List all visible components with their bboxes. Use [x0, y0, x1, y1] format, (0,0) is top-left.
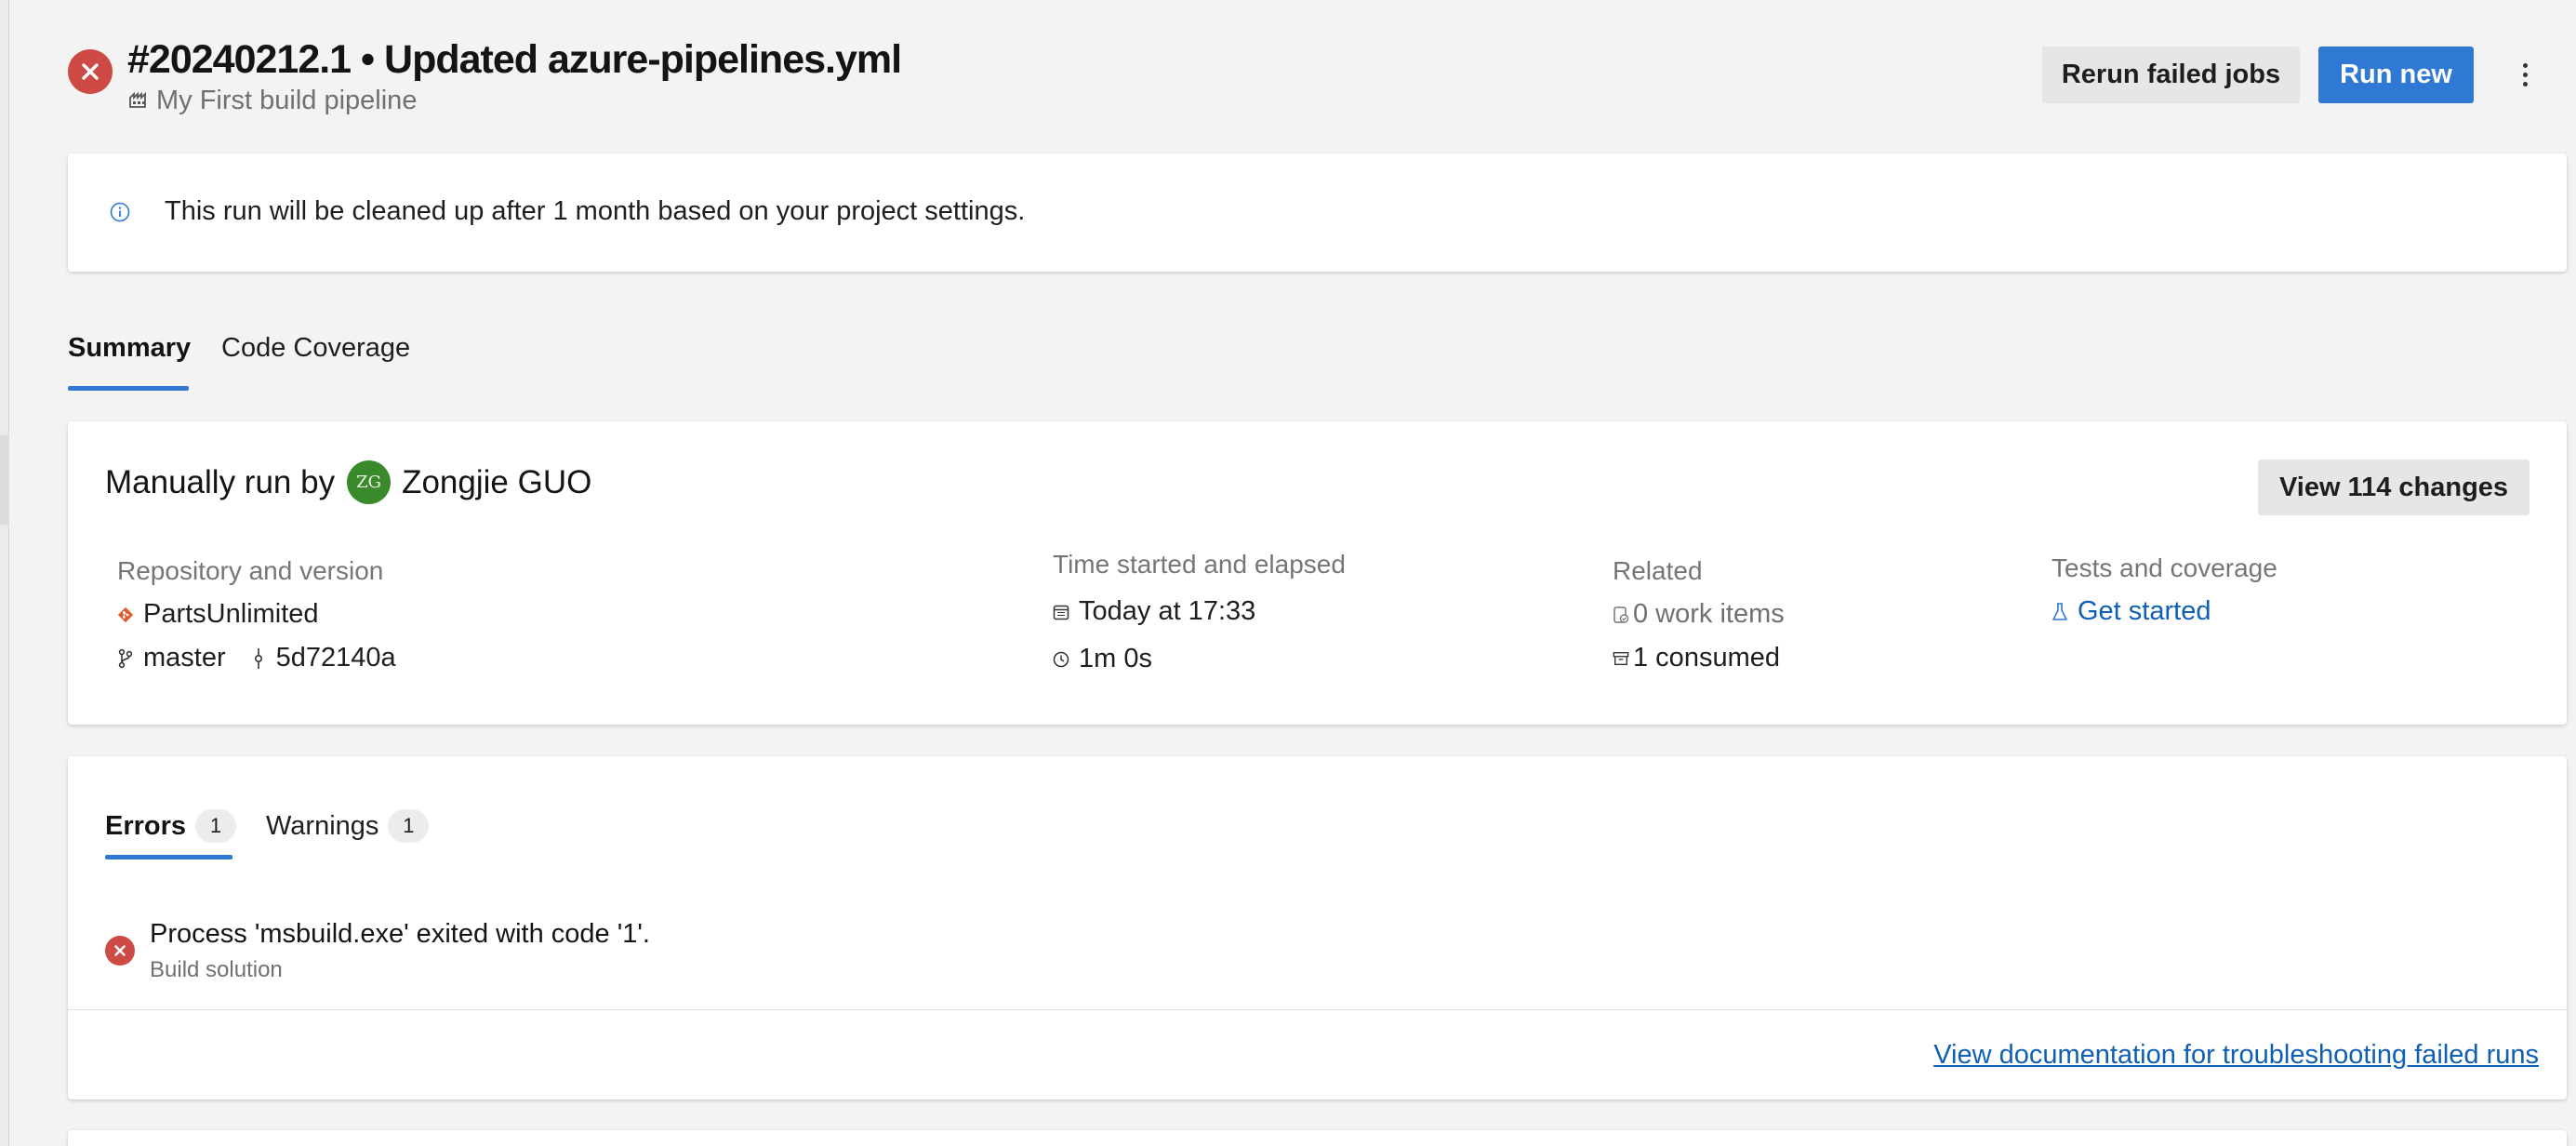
clock-icon: [1053, 649, 1069, 670]
work-items-count: 0 work items: [1633, 599, 1785, 629]
pipeline-name-row[interactable]: My First build pipeline: [128, 86, 417, 116]
pipeline-icon: [128, 86, 149, 116]
divider: [68, 1009, 2567, 1010]
error-source: Build solution: [150, 957, 283, 982]
time-label: Time started and elapsed: [1053, 550, 1346, 579]
tab-warnings[interactable]: Warnings 1: [266, 809, 430, 843]
time-section: Time started and elapsed Today at 17:33 …: [1053, 550, 1346, 674]
error-icon: [105, 936, 135, 966]
avatar[interactable]: ZG: [347, 460, 392, 504]
repository-name: PartsUnlimited: [143, 599, 319, 629]
info-icon: [110, 202, 130, 227]
tests-label: Tests and coverage: [2052, 553, 2277, 582]
branch-name[interactable]: master: [143, 643, 226, 673]
run-title: #20240212.1 • Updated azure-pipelines.ym…: [127, 37, 902, 82]
manually-run-by-label: Manually run by: [105, 463, 336, 500]
tab-summary[interactable]: Summary: [68, 333, 191, 364]
get-started-row[interactable]: Get started: [2052, 596, 2277, 627]
run-summary-card: Manually run by ZG Zongjie GUO View 114 …: [68, 421, 2567, 725]
commit-icon: [250, 647, 267, 669]
run-failed-status-icon: [68, 49, 113, 94]
consumed-row[interactable]: 1 consumed: [1613, 643, 1785, 673]
repository-section: Repository and version PartsUnlimited ma…: [117, 556, 396, 673]
warnings-tab-label: Warnings: [266, 810, 379, 841]
warnings-count-badge: 1: [388, 809, 430, 843]
retention-info-banner: This run will be cleaned up after 1 mont…: [68, 153, 2567, 272]
repository-label: Repository and version: [117, 556, 384, 585]
left-nav-selected-item[interactable]: [0, 435, 9, 525]
artifact-icon: [1613, 648, 1629, 669]
error-list-item[interactable]: Process 'msbuild.exe' exited with code '…: [105, 919, 650, 983]
consumed-count: 1 consumed: [1633, 643, 1780, 673]
tab-code-coverage[interactable]: Code Coverage: [221, 333, 410, 364]
next-section-card: [68, 1130, 2567, 1146]
more-actions-icon[interactable]: [2511, 52, 2539, 97]
rerun-failed-jobs-button[interactable]: Rerun failed jobs: [2042, 47, 2300, 103]
calendar-icon: [1053, 602, 1069, 622]
commit-id[interactable]: 5d72140a: [276, 643, 396, 673]
active-tab-indicator: [68, 386, 189, 391]
tests-section: Tests and coverage Get started: [2052, 553, 2277, 627]
work-items-row[interactable]: 0 work items: [1613, 599, 1785, 630]
repository-row[interactable]: PartsUnlimited: [117, 599, 396, 630]
pipeline-name: My First build pipeline: [156, 86, 418, 115]
git-repo-icon: [117, 605, 134, 625]
related-section: Related 0 work items 1 consumed: [1613, 556, 1785, 673]
banner-message: This run will be cleaned up after 1 mont…: [165, 196, 1026, 226]
view-changes-button[interactable]: View 114 changes: [2258, 460, 2530, 515]
active-issues-tab-indicator: [105, 855, 232, 860]
troubleshooting-doc-link[interactable]: View documentation for troubleshooting f…: [1933, 1040, 2539, 1071]
work-item-icon: [1613, 605, 1629, 625]
run-trigger-info: Manually run by ZG Zongjie GUO: [105, 460, 591, 504]
version-row: master 5d72140a: [117, 643, 396, 673]
start-time: Today at 17:33: [1079, 596, 1256, 626]
flask-icon: [2052, 602, 2068, 622]
issues-card: Errors 1 Warnings 1 Process 'msbuild.exe…: [68, 756, 2567, 1099]
start-time-row: Today at 17:33: [1053, 596, 1346, 627]
elapsed-time: 1m 0s: [1079, 644, 1152, 673]
elapsed-time-row: 1m 0s: [1053, 644, 1346, 674]
pipeline-run-page: #20240212.1 • Updated azure-pipelines.ym…: [0, 0, 2576, 1146]
errors-count-badge: 1: [195, 809, 237, 843]
get-started-link[interactable]: Get started: [2078, 596, 2211, 627]
errors-tab-label: Errors: [105, 810, 187, 841]
error-message: Process 'msbuild.exe' exited with code '…: [150, 919, 650, 949]
branch-icon: [117, 648, 134, 669]
user-name[interactable]: Zongjie GUO: [402, 464, 591, 501]
left-nav-edge: [0, 0, 9, 1146]
related-label: Related: [1613, 556, 1703, 585]
run-new-button[interactable]: Run new: [2318, 47, 2474, 103]
tab-errors[interactable]: Errors 1: [105, 809, 237, 843]
